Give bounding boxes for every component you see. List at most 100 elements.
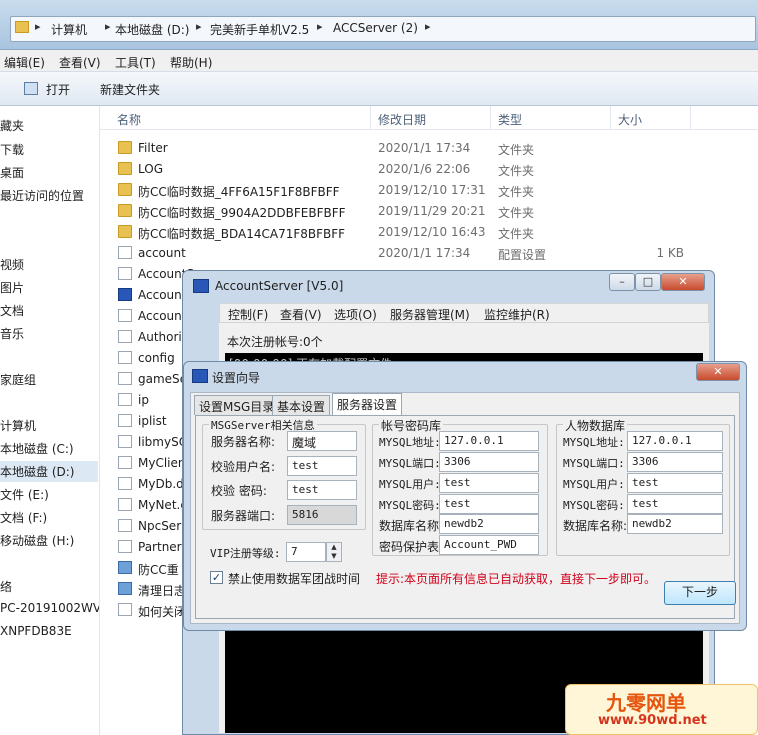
nav-item-desktop[interactable]: 桌面 [0, 164, 24, 181]
verify-user-label: 校验用户名: [211, 460, 276, 474]
dialog-title: 设置向导 [212, 371, 261, 385]
vip-level-stepper[interactable]: ▲ ▼ [326, 542, 342, 562]
mysql-address-input[interactable]: 127.0.0.1 [439, 431, 539, 451]
mysql-port-input[interactable]: 3306 [439, 452, 539, 472]
stepper-up-icon[interactable]: ▲ [327, 543, 341, 552]
breadcrumb[interactable]: ▸ 计算机 ▸ 本地磁盘 (D:) ▸ 完美新手单机V2.5 ▸ ACCServ… [10, 16, 756, 42]
navigation-pane: 藏夹 下载 桌面 最近访问的位置 视频 图片 文档 音乐 家庭组 计算机 本地磁… [0, 106, 100, 735]
file-row[interactable]: 防CC临时数据_9904A2DDBFEBFBFF 2019/11/29 20:21… [100, 201, 758, 222]
menu-server-management[interactable]: 服务器管理(M) [390, 306, 470, 323]
watermark-title: 九零网单 [606, 691, 686, 715]
tab-server-settings[interactable]: 服务器设置 [332, 393, 403, 416]
nav-item-network[interactable]: 络 [0, 578, 12, 595]
maximize-button[interactable]: □ [635, 273, 661, 291]
dialog-close-button[interactable]: ✕ [696, 363, 740, 381]
column-type[interactable]: 类型 [498, 111, 522, 128]
nav-item-music[interactable]: 音乐 [0, 325, 24, 342]
dialog-panel: 设置MSG目录 基本设置 服务器设置 MSGServer相关信息 服务器名称: … [190, 392, 740, 624]
nav-item-pictures[interactable]: 图片 [0, 279, 24, 296]
db-name-input[interactable]: newdb2 [627, 514, 723, 534]
file-name: MyDb.d [138, 477, 184, 491]
nav-item-drive-e[interactable]: 文件 (E:) [0, 486, 49, 503]
column-name[interactable]: 名称 [117, 111, 141, 128]
nav-item-favorites[interactable]: 藏夹 [0, 117, 24, 134]
file-name: 防CC临时数据_4FF6A15F1F8BFBFF [138, 185, 340, 199]
chevron-right-icon[interactable]: ▸ [196, 20, 202, 33]
menu-monitor[interactable]: 监控维护(R) [484, 306, 550, 323]
nav-item-documents[interactable]: 文档 [0, 302, 24, 319]
server-name-label: 服务器名称: [211, 435, 276, 449]
mysql-port-input[interactable]: 3306 [627, 452, 723, 472]
nav-item-computer[interactable]: 计算机 [0, 417, 36, 434]
mysql-user-input[interactable]: test [627, 473, 723, 493]
tab-msg-directory[interactable]: 设置MSG目录 [194, 395, 280, 415]
disable-legion-war-checkbox[interactable]: ✓ [210, 571, 223, 584]
chevron-right-icon[interactable]: ▸ [105, 20, 111, 33]
file-row[interactable]: LOG 2020/1/6 22:06 文件夹 [100, 159, 758, 180]
menu-view[interactable]: 查看(V) [280, 306, 322, 323]
accountserver-titlebar[interactable]: AccountServer [V5.0] – □ ✕ [183, 271, 714, 301]
nav-item-drive-f[interactable]: 文档 (F:) [0, 509, 47, 526]
nav-item-drive-c[interactable]: 本地磁盘 (C:) [0, 440, 74, 457]
new-folder-button[interactable]: 新建文件夹 [100, 81, 160, 98]
server-name-input[interactable]: 魔域 [287, 431, 357, 451]
chevron-right-icon[interactable]: ▸ [317, 20, 323, 33]
disable-legion-war-label[interactable]: 禁止使用数据军团战时间 [228, 570, 360, 587]
minimize-button[interactable]: – [609, 273, 635, 291]
next-button[interactable]: 下一步 [664, 581, 736, 605]
file-row[interactable]: account 2020/1/1 17:34 配置设置 1 KB [100, 243, 758, 264]
breadcrumb-drive-d[interactable]: 本地磁盘 (D:) [115, 21, 189, 38]
menu-view[interactable]: 查看(V) [59, 54, 101, 71]
file-row[interactable]: Filter 2020/1/1 17:34 文件夹 [100, 138, 758, 159]
nav-item-homegroup[interactable]: 家庭组 [0, 371, 36, 388]
nav-item-recent[interactable]: 最近访问的位置 [0, 187, 84, 204]
close-button[interactable]: ✕ [661, 273, 705, 291]
column-size[interactable]: 大小 [618, 111, 642, 128]
chevron-right-icon[interactable]: ▸ [425, 20, 431, 33]
nav-item-pc-2[interactable]: XNPFDB83E [0, 624, 72, 638]
mysql-address-input[interactable]: 127.0.0.1 [627, 431, 723, 451]
stepper-down-icon[interactable]: ▼ [327, 552, 341, 561]
character-db-group: 人物数据库 MYSQL地址: 127.0.0.1 MYSQL端口: 3306 M… [556, 417, 730, 556]
nav-item-videos[interactable]: 视频 [0, 256, 24, 273]
nav-item-pc-1[interactable]: PC-20191002WVG [0, 601, 99, 615]
breadcrumb-game-folder[interactable]: 完美新手单机V2.5 [210, 21, 309, 38]
chevron-right-icon[interactable]: ▸ [35, 20, 41, 33]
menu-help[interactable]: 帮助(H) [170, 54, 212, 71]
auto-fill-hint: 提示:本页面所有信息已自动获取，直接下一步即可。 [376, 572, 657, 586]
open-button[interactable]: 打开 [46, 81, 70, 98]
nav-item-drive-h[interactable]: 移动磁盘 (H:) [0, 532, 74, 549]
dll-icon [118, 477, 132, 490]
file-row[interactable]: 防CC临时数据_4FF6A15F1F8BFBFF 2019/12/10 17:31… [100, 180, 758, 201]
mysql-password-input[interactable]: test [439, 494, 539, 514]
tab-basic-settings[interactable]: 基本设置 [272, 395, 331, 415]
verify-pass-label: 校验 密码: [211, 484, 267, 498]
app-icon [193, 279, 209, 293]
file-icon [118, 414, 132, 427]
nav-item-drive-d[interactable]: 本地磁盘 (D:) [0, 461, 98, 482]
menu-control[interactable]: 控制(F) [228, 306, 268, 323]
breadcrumb-computer[interactable]: 计算机 [51, 21, 87, 38]
menu-tools[interactable]: 工具(T) [115, 54, 156, 71]
nav-item-downloads[interactable]: 下载 [0, 141, 24, 158]
column-date[interactable]: 修改日期 [378, 111, 426, 128]
file-row[interactable]: 防CC临时数据_BDA14CA71F8BFBFF 2019/12/10 16:43… [100, 222, 758, 243]
vip-level-input[interactable]: 7 [286, 542, 326, 562]
mysql-user-label: MYSQL用户: [563, 478, 625, 491]
file-date: 2020/1/1 17:34 [378, 141, 471, 155]
folder-icon [118, 204, 132, 217]
mysql-password-input[interactable]: test [627, 494, 723, 514]
menu-options[interactable]: 选项(O) [334, 306, 377, 323]
menu-edit[interactable]: 编辑(E) [4, 54, 45, 71]
file-type: 文件夹 [498, 143, 535, 157]
open-icon [24, 82, 38, 95]
file-icon [118, 372, 132, 385]
file-date: 2019/11/29 20:21 [378, 204, 486, 218]
breadcrumb-accserver[interactable]: ACCServer (2) [333, 21, 418, 35]
verify-user-input[interactable]: test [287, 456, 357, 476]
pwd-table-input[interactable]: Account_PWD [439, 535, 539, 555]
verify-pass-input[interactable]: test [287, 480, 357, 500]
db-name-input[interactable]: newdb2 [439, 514, 539, 534]
folder-icon [118, 225, 132, 238]
mysql-user-input[interactable]: test [439, 473, 539, 493]
